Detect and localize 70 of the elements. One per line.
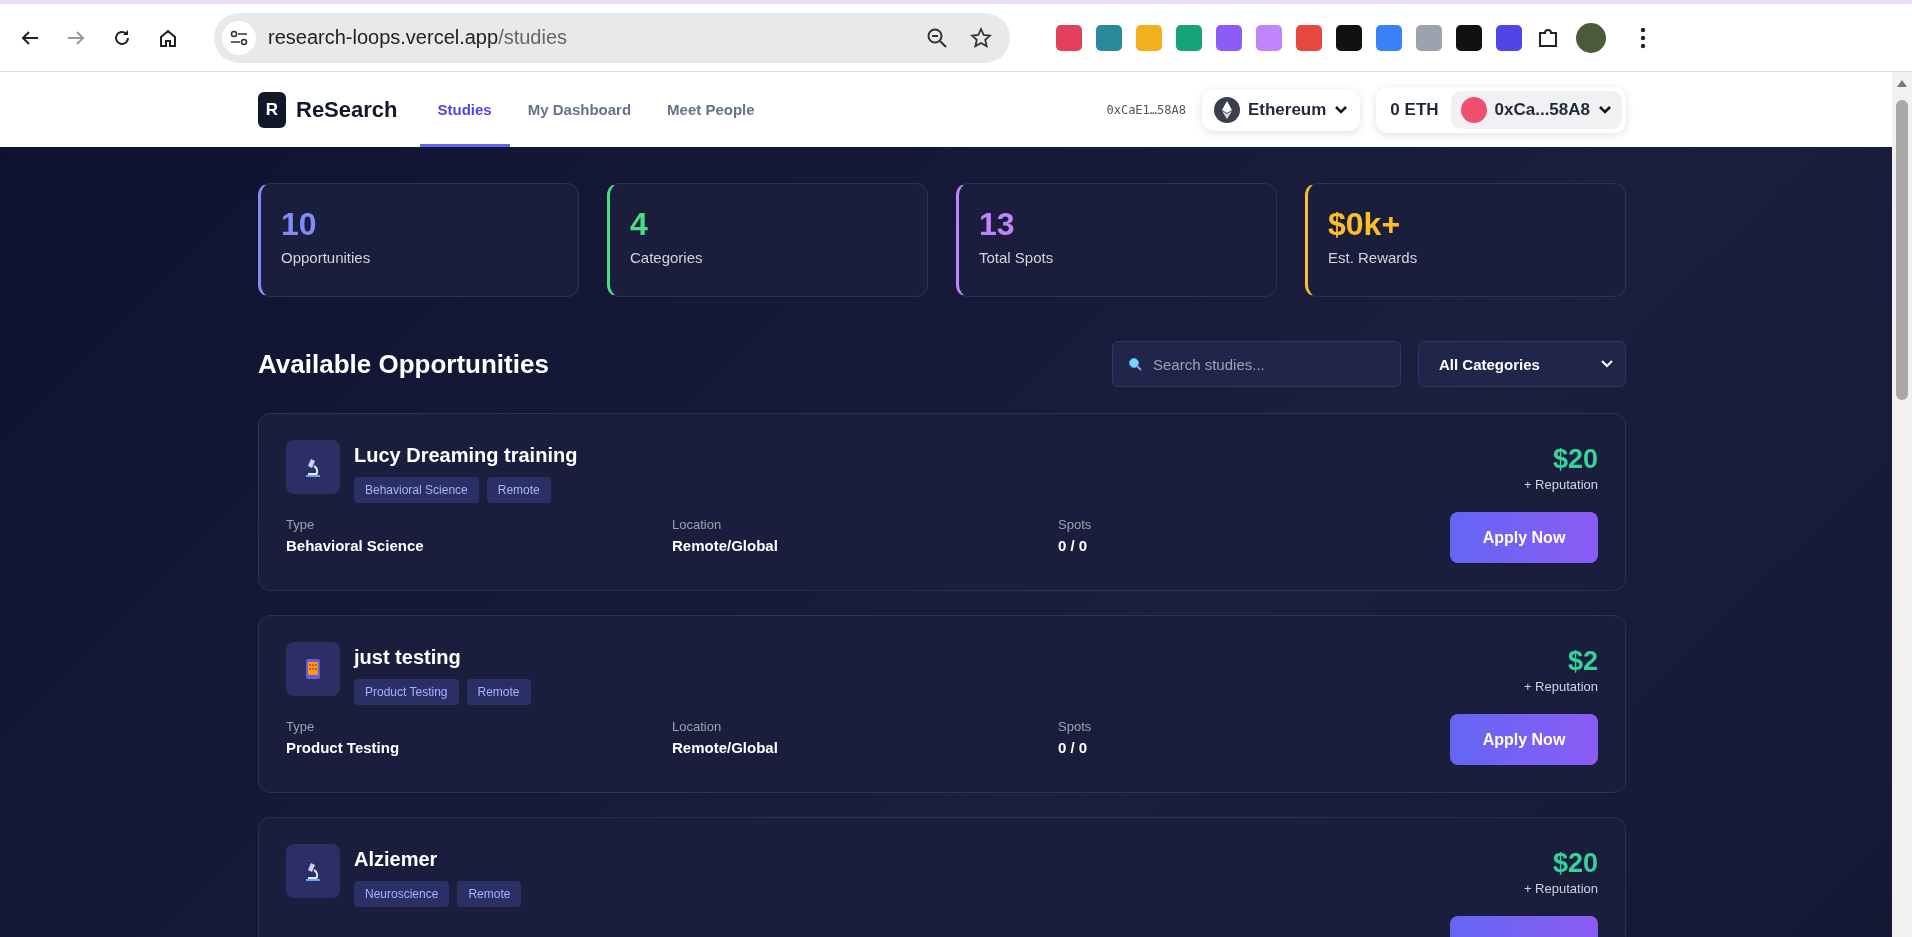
meta-value: 0 / 0 <box>1058 537 1089 554</box>
meta-label: Location <box>672 517 723 532</box>
nav-tab[interactable]: My Dashboard <box>509 72 650 147</box>
scrollbar-thumb[interactable] <box>1896 100 1908 400</box>
tag: Remote <box>466 679 531 705</box>
meta-label: Spots <box>1058 517 1093 532</box>
search-icon <box>1128 357 1142 371</box>
stat-value: 13 <box>979 206 1016 243</box>
reward-bonus: + Reputation <box>1523 477 1598 492</box>
stat-label: Est. Rewards <box>1328 249 1419 266</box>
phone-icon <box>305 658 321 680</box>
extension-icon[interactable] <box>1456 24 1482 51</box>
study-title: Alziemer <box>354 848 439 871</box>
brand-name[interactable]: ReSearch <box>296 96 398 123</box>
meta-value: 0 / 0 <box>1058 739 1089 756</box>
profile-avatar[interactable] <box>1576 22 1606 53</box>
study-title: just testing <box>354 646 462 669</box>
site-settings-icon[interactable] <box>230 29 248 46</box>
study-title: Lucy Dreaming training <box>354 444 578 467</box>
search-field[interactable]: Search studies... <box>1112 341 1401 387</box>
menu-icon[interactable] <box>1640 26 1646 49</box>
account-button[interactable]: 0xCa...58A8 <box>1450 90 1622 129</box>
logo-mark[interactable]: R <box>258 91 286 128</box>
network-selector[interactable]: Ethereum <box>1201 88 1361 131</box>
zoom-icon[interactable] <box>926 26 948 49</box>
reward-amount: $20 <box>1552 444 1598 475</box>
reward-bonus: + Reputation <box>1523 881 1598 896</box>
chevron-down-icon <box>1334 105 1349 114</box>
meta-value: Remote/Global <box>672 537 779 554</box>
meta-label: Type <box>286 719 316 734</box>
nav-tab[interactable]: Meet People <box>649 72 773 147</box>
ethereum-icon <box>1213 96 1240 123</box>
stat-label: Total Spots <box>979 249 1055 266</box>
account-avatar <box>1460 96 1487 123</box>
stat-label: Opportunities <box>281 249 372 266</box>
stat-value: 10 <box>281 206 318 243</box>
reward-amount: $2 <box>1567 646 1598 677</box>
chevron-down-icon <box>1601 360 1613 368</box>
meta-value: Behavioral Science <box>286 537 425 554</box>
tag: Remote <box>457 881 522 907</box>
home-icon[interactable] <box>158 27 178 48</box>
scroll-up-icon[interactable] <box>1897 80 1907 87</box>
stat-label: Categories <box>630 249 704 266</box>
account-panel[interactable]: 0 ETH 0xCa...58A8 <box>1376 86 1626 133</box>
tag: Neuroscience <box>354 881 450 907</box>
balance-text: 0 ETH <box>1390 99 1439 120</box>
meta-value: Product Testing <box>286 739 401 756</box>
star-icon[interactable] <box>970 26 992 49</box>
stat-value: 4 <box>630 206 649 243</box>
meta-label: Spots <box>1058 719 1093 734</box>
apply-button[interactable]: Apply Now <box>1450 714 1598 765</box>
extension-icon[interactable] <box>1336 24 1362 51</box>
wallet-address: 0xCaE1…58A8 <box>1106 102 1186 117</box>
chevron-down-icon <box>1598 105 1612 114</box>
tag: Product Testing <box>354 679 459 705</box>
category-select[interactable]: All Categories <box>1418 341 1626 387</box>
reward-bonus: + Reputation <box>1523 679 1598 694</box>
address-bar[interactable]: research-loops.vercel.app/studies <box>214 12 1010 63</box>
meta-label: Type <box>286 517 316 532</box>
meta-label: Location <box>672 719 723 734</box>
extension-icon[interactable] <box>1496 24 1522 51</box>
section-title: Available Opportunities <box>258 348 549 380</box>
reward-amount: $20 <box>1552 848 1598 879</box>
stat-value: $0k+ <box>1328 206 1402 243</box>
url-text: research-loops.vercel.app/studies <box>268 26 569 49</box>
tag: Behavioral Science <box>354 477 479 503</box>
tag: Remote <box>486 477 551 503</box>
scrollbar-track[interactable] <box>1892 72 1912 937</box>
apply-button[interactable]: Apply Now <box>1450 512 1598 563</box>
meta-value: Remote/Global <box>672 739 779 756</box>
